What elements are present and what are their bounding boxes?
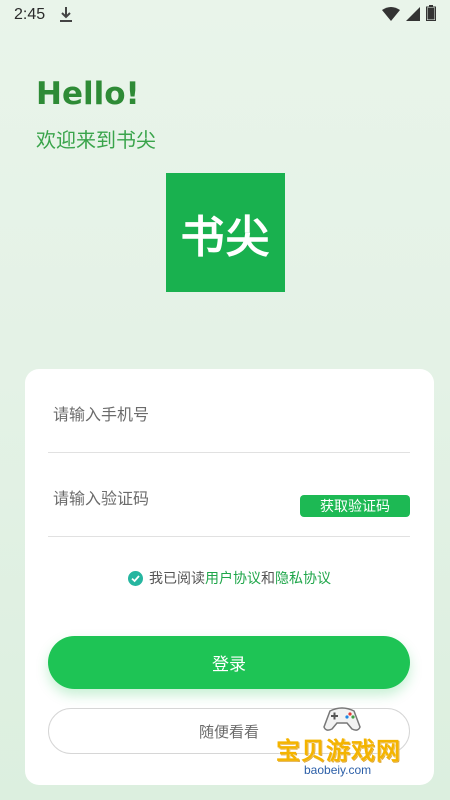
- welcome-subtitle: 欢迎来到书尖: [36, 128, 156, 152]
- phone-input[interactable]: [53, 399, 293, 429]
- agreement-row: 我已阅读 用户协议 和 隐私协议: [25, 568, 434, 588]
- app-logo: 书尖: [166, 173, 285, 292]
- hello-title: Hello!: [36, 76, 140, 112]
- agreement-and: 和: [261, 571, 275, 587]
- watermark-url: baobeiy.com: [302, 763, 374, 777]
- verification-code-input[interactable]: [53, 483, 293, 513]
- download-icon: [59, 6, 73, 24]
- phone-field: [48, 369, 410, 453]
- gamepad-icon: [322, 705, 362, 733]
- watermark-title: 宝贝游戏网: [276, 737, 401, 765]
- user-agreement-link[interactable]: 用户协议: [205, 568, 261, 588]
- agreement-checkbox-icon[interactable]: [128, 570, 143, 586]
- wifi-icon: [382, 6, 400, 25]
- logo-text: 书尖: [180, 211, 271, 263]
- privacy-policy-link[interactable]: 隐私协议: [275, 568, 331, 588]
- code-field: 获取验证码: [48, 453, 410, 537]
- status-icons: [382, 5, 436, 25]
- signal-icon: [406, 6, 420, 25]
- agreement-prefix: 我已阅读: [149, 571, 205, 587]
- status-time: 2:45: [14, 6, 46, 23]
- status-bar: 2:45: [0, 0, 450, 30]
- get-code-button[interactable]: 获取验证码: [300, 495, 410, 517]
- battery-icon: [426, 5, 436, 25]
- watermark: 宝贝游戏网 baobeiy.com: [274, 703, 420, 783]
- login-button[interactable]: 登录: [48, 636, 410, 689]
